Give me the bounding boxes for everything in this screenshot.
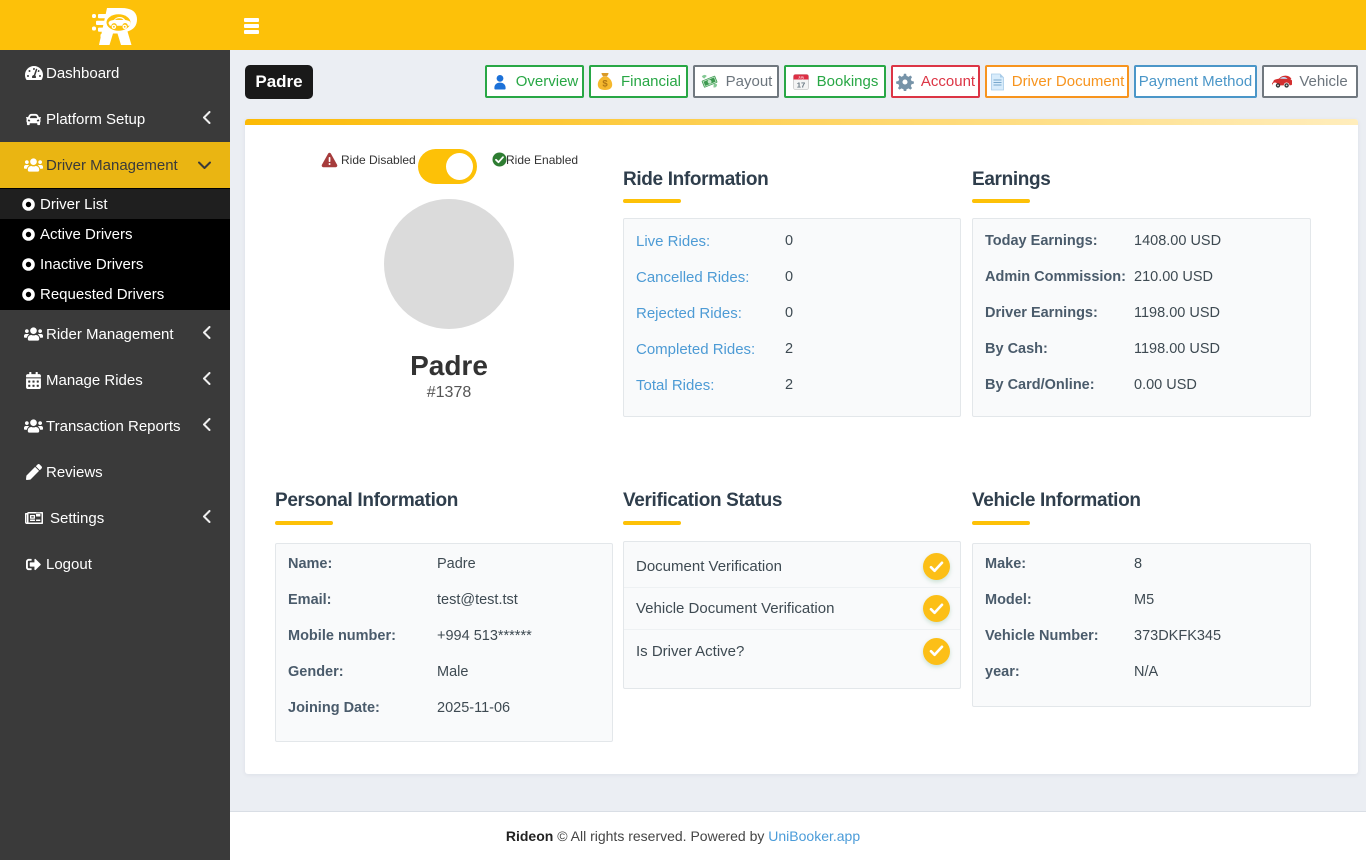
svg-text:17: 17 [796, 80, 804, 89]
svg-text:$: $ [602, 79, 608, 90]
svg-text:July: July [798, 75, 804, 79]
